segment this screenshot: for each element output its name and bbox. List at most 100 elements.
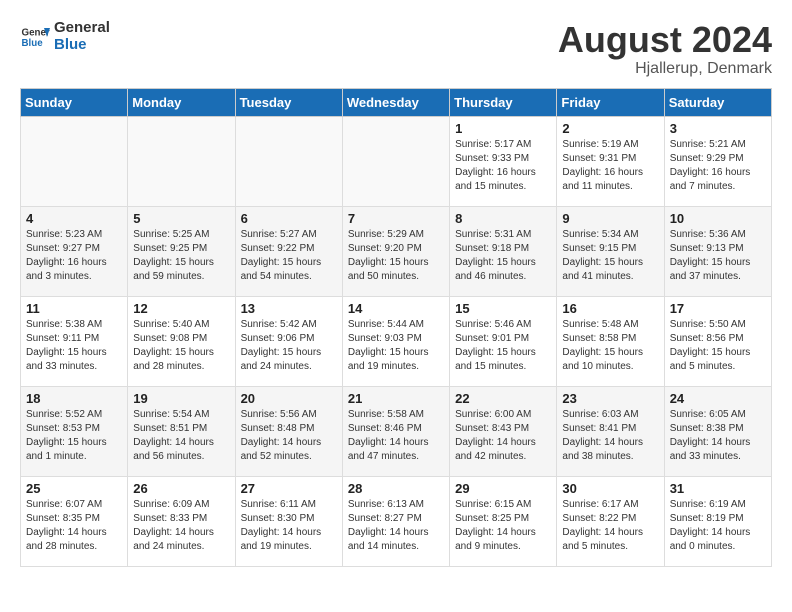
day-info: Sunrise: 5:56 AMSunset: 8:48 PMDaylight:… — [241, 408, 337, 464]
week-row-2: 4 Sunrise: 5:23 AMSunset: 9:27 PMDaylight… — [21, 206, 772, 296]
day-info: Sunrise: 6:15 AMSunset: 8:25 PMDaylight:… — [455, 498, 551, 554]
logo-general-text: General — [54, 20, 110, 37]
day-cell: 28Sunrise: 6:13 AMSunset: 8:27 PMDayligh… — [342, 476, 449, 566]
week-row-4: 18Sunrise: 5:52 AMSunset: 8:53 PMDayligh… — [21, 386, 772, 476]
day-number: 6 — [241, 211, 337, 226]
day-number: 28 — [348, 481, 444, 496]
day-cell: 26Sunrise: 6:09 AMSunset: 8:33 PMDayligh… — [128, 476, 235, 566]
day-number: 20 — [241, 391, 337, 406]
day-number: 11 — [26, 301, 122, 316]
day-number: 30 — [562, 481, 658, 496]
logo-icon: General Blue — [20, 22, 50, 52]
day-cell: 22Sunrise: 6:00 AMSunset: 8:43 PMDayligh… — [450, 386, 557, 476]
day-info: Sunrise: 5:58 AMSunset: 8:46 PMDaylight:… — [348, 408, 444, 464]
day-number: 21 — [348, 391, 444, 406]
day-cell: 1Sunrise: 5:17 AMSunset: 9:33 PMDaylight… — [450, 116, 557, 206]
logo-blue-text: Blue — [54, 37, 110, 54]
day-info: Sunrise: 5:52 AMSunset: 8:53 PMDaylight:… — [26, 408, 122, 464]
day-info: Sunrise: 5:23 AMSunset: 9:27 PMDaylight:… — [26, 228, 122, 284]
day-number: 5 — [133, 211, 229, 226]
day-number: 24 — [670, 391, 766, 406]
calendar-header-row: SundayMondayTuesdayWednesdayThursdayFrid… — [21, 88, 772, 116]
day-cell: 18Sunrise: 5:52 AMSunset: 8:53 PMDayligh… — [21, 386, 128, 476]
day-number: 3 — [670, 121, 766, 136]
day-info: Sunrise: 5:46 AMSunset: 9:01 PMDaylight:… — [455, 318, 551, 374]
day-cell: 13Sunrise: 5:42 AMSunset: 9:06 PMDayligh… — [235, 296, 342, 386]
day-info: Sunrise: 5:48 AMSunset: 8:58 PMDaylight:… — [562, 318, 658, 374]
day-number: 1 — [455, 121, 551, 136]
day-cell — [21, 116, 128, 206]
location-subtitle: Hjallerup, Denmark — [558, 60, 772, 78]
day-cell: 20 Sunrise: 5:56 AMSunset: 8:48 PMDayligh… — [235, 386, 342, 476]
day-info: Sunrise: 5:36 AMSunset: 9:13 PMDaylight:… — [670, 228, 766, 284]
logo: General Blue General Blue — [20, 20, 110, 53]
day-number: 19 — [133, 391, 229, 406]
day-cell: 31Sunrise: 6:19 AMSunset: 8:19 PMDayligh… — [664, 476, 771, 566]
day-number: 29 — [455, 481, 551, 496]
header-friday: Friday — [557, 88, 664, 116]
day-number: 15 — [455, 301, 551, 316]
day-cell: 16 Sunrise: 5:48 AMSunset: 8:58 PMDayligh… — [557, 296, 664, 386]
day-info: Sunrise: 6:17 AMSunset: 8:22 PMDaylight:… — [562, 498, 658, 554]
day-info: Sunrise: 5:19 AMSunset: 9:31 PMDaylight:… — [562, 138, 658, 194]
day-cell: 3Sunrise: 5:21 AMSunset: 9:29 PMDaylight… — [664, 116, 771, 206]
day-cell: 21 Sunrise: 5:58 AMSunset: 8:46 PMDayligh… — [342, 386, 449, 476]
day-cell — [235, 116, 342, 206]
svg-text:Blue: Blue — [22, 38, 44, 49]
day-number: 23 — [562, 391, 658, 406]
day-cell: 23 Sunrise: 6:03 AMSunset: 8:41 PMDayligh… — [557, 386, 664, 476]
day-cell — [128, 116, 235, 206]
day-number: 4 — [26, 211, 122, 226]
day-cell: 15 Sunrise: 5:46 AMSunset: 9:01 PMDayligh… — [450, 296, 557, 386]
day-info: Sunrise: 5:25 AMSunset: 9:25 PMDaylight:… — [133, 228, 229, 284]
day-number: 9 — [562, 211, 658, 226]
day-number: 2 — [562, 121, 658, 136]
day-info: Sunrise: 5:29 AMSunset: 9:20 PMDaylight:… — [348, 228, 444, 284]
header-sunday: Sunday — [21, 88, 128, 116]
day-cell: 8 Sunrise: 5:31 AMSunset: 9:18 PMDaylight… — [450, 206, 557, 296]
day-number: 10 — [670, 211, 766, 226]
day-number: 14 — [348, 301, 444, 316]
day-number: 7 — [348, 211, 444, 226]
day-info: Sunrise: 6:07 AMSunset: 8:35 PMDaylight:… — [26, 498, 122, 554]
day-number: 27 — [241, 481, 337, 496]
day-cell: 14 Sunrise: 5:44 AMSunset: 9:03 PMDayligh… — [342, 296, 449, 386]
day-info: Sunrise: 6:03 AMSunset: 8:41 PMDaylight:… — [562, 408, 658, 464]
day-number: 12 — [133, 301, 229, 316]
day-info: Sunrise: 5:44 AMSunset: 9:03 PMDaylight:… — [348, 318, 444, 374]
day-cell: 24 Sunrise: 6:05 AMSunset: 8:38 PMDayligh… — [664, 386, 771, 476]
header-saturday: Saturday — [664, 88, 771, 116]
header-thursday: Thursday — [450, 88, 557, 116]
day-cell: 4 Sunrise: 5:23 AMSunset: 9:27 PMDaylight… — [21, 206, 128, 296]
day-cell — [342, 116, 449, 206]
day-cell: 12 Sunrise: 5:40 AMSunset: 9:08 PMDayligh… — [128, 296, 235, 386]
day-info: Sunrise: 6:11 AMSunset: 8:30 PMDaylight:… — [241, 498, 337, 554]
day-number: 8 — [455, 211, 551, 226]
day-info: Sunrise: 5:50 AMSunset: 8:56 PMDaylight:… — [670, 318, 766, 374]
day-cell: 7 Sunrise: 5:29 AMSunset: 9:20 PMDaylight… — [342, 206, 449, 296]
page-header: General Blue General Blue August 2024 Hj… — [20, 20, 772, 78]
day-number: 31 — [670, 481, 766, 496]
day-info: Sunrise: 5:40 AMSunset: 9:08 PMDaylight:… — [133, 318, 229, 374]
day-cell: 29 Sunrise: 6:15 AMSunset: 8:25 PMDayligh… — [450, 476, 557, 566]
day-cell: 30 Sunrise: 6:17 AMSunset: 8:22 PMDayligh… — [557, 476, 664, 566]
week-row-1: 1Sunrise: 5:17 AMSunset: 9:33 PMDaylight… — [21, 116, 772, 206]
day-cell: 25 Sunrise: 6:07 AMSunset: 8:35 PMDayligh… — [21, 476, 128, 566]
title-block: August 2024 Hjallerup, Denmark — [558, 20, 772, 78]
day-number: 25 — [26, 481, 122, 496]
month-year-title: August 2024 — [558, 20, 772, 60]
day-number: 16 — [562, 301, 658, 316]
week-row-5: 25 Sunrise: 6:07 AMSunset: 8:35 PMDayligh… — [21, 476, 772, 566]
day-cell: 19Sunrise: 5:54 AMSunset: 8:51 PMDayligh… — [128, 386, 235, 476]
day-info: Sunrise: 5:42 AMSunset: 9:06 PMDaylight:… — [241, 318, 337, 374]
day-cell: 11Sunrise: 5:38 AMSunset: 9:11 PMDayligh… — [21, 296, 128, 386]
day-cell: 5 Sunrise: 5:25 AMSunset: 9:25 PMDaylight… — [128, 206, 235, 296]
day-info: Sunrise: 6:05 AMSunset: 8:38 PMDaylight:… — [670, 408, 766, 464]
day-info: Sunrise: 6:09 AMSunset: 8:33 PMDaylight:… — [133, 498, 229, 554]
day-info: Sunrise: 5:31 AMSunset: 9:18 PMDaylight:… — [455, 228, 551, 284]
day-cell: 27 Sunrise: 6:11 AMSunset: 8:30 PMDayligh… — [235, 476, 342, 566]
header-monday: Monday — [128, 88, 235, 116]
day-cell: 2 Sunrise: 5:19 AMSunset: 9:31 PMDaylight… — [557, 116, 664, 206]
week-row-3: 11Sunrise: 5:38 AMSunset: 9:11 PMDayligh… — [21, 296, 772, 386]
day-cell: 6Sunrise: 5:27 AMSunset: 9:22 PMDaylight… — [235, 206, 342, 296]
